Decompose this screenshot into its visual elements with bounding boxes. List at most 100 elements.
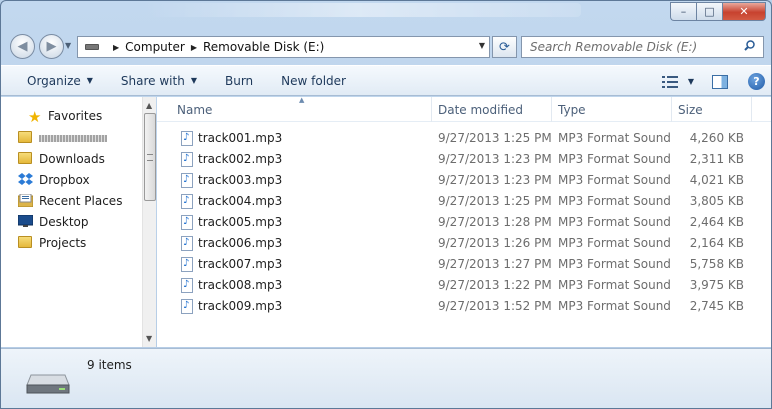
navigation-scrollbar[interactable]: ▲ ▼ xyxy=(142,97,156,347)
file-name[interactable]: track002.mp3 xyxy=(198,152,282,166)
file-name[interactable]: track007.mp3 xyxy=(198,257,282,271)
minimize-button[interactable]: – xyxy=(670,2,696,21)
help-icon[interactable]: ? xyxy=(748,73,765,90)
sidebar-item-label: Recent Places xyxy=(39,194,123,208)
column-header-date[interactable]: Date modified xyxy=(438,103,523,117)
audio-file-icon: ♪ xyxy=(181,194,193,209)
file-name[interactable]: track003.mp3 xyxy=(198,173,282,187)
file-type: MP3 Format Sound xyxy=(558,194,671,208)
drive-icon xyxy=(85,44,99,50)
audio-file-icon: ♪ xyxy=(181,131,193,146)
preview-pane-icon[interactable] xyxy=(712,74,728,89)
sidebar-item-downloads[interactable]: Downloads xyxy=(18,149,105,169)
column-divider[interactable] xyxy=(751,97,752,122)
search-icon[interactable] xyxy=(744,40,755,51)
chevron-down-icon: ▼ xyxy=(86,76,93,85)
table-row[interactable]: ♪ track007.mp3 9/27/2013 1:27 PM MP3 For… xyxy=(157,254,771,275)
breadcrumb-removable-disk[interactable]: Removable Disk (E:) xyxy=(203,40,324,54)
file-size: 4,260 KB xyxy=(689,131,744,145)
new-folder-label: New folder xyxy=(281,73,346,88)
chevron-down-icon: ▼ xyxy=(190,76,197,85)
sidebar-item-desktop[interactable]: Desktop xyxy=(18,212,89,232)
close-button[interactable]: ✕ xyxy=(722,2,766,21)
breadcrumb-computer[interactable]: Computer xyxy=(125,40,185,54)
folder-icon xyxy=(18,236,32,248)
forward-button[interactable]: ▶ xyxy=(39,34,64,59)
file-type: MP3 Format Sound xyxy=(558,278,671,292)
scrollbar-grip-icon xyxy=(147,154,153,161)
scroll-down-icon[interactable]: ▼ xyxy=(146,334,152,343)
burn-button[interactable]: Burn xyxy=(225,74,253,88)
table-row[interactable]: ♪ track008.mp3 9/27/2013 1:22 PM MP3 For… xyxy=(157,275,771,296)
file-date: 9/27/2013 1:23 PM xyxy=(438,173,552,187)
file-date: 9/27/2013 1:26 PM xyxy=(438,236,552,250)
table-row[interactable]: ♪ track006.mp3 9/27/2013 1:26 PM MP3 For… xyxy=(157,233,771,254)
sidebar-item-user-folder[interactable] xyxy=(18,128,107,148)
scrollbar-thumb[interactable] xyxy=(144,113,156,201)
file-name[interactable]: track001.mp3 xyxy=(198,131,282,145)
command-bar: Organize ▼ Share with ▼ Burn New folder … xyxy=(1,65,771,96)
views-dropdown-icon[interactable]: ▼ xyxy=(688,77,694,86)
address-bar[interactable]: ▶ Computer ▶ Removable Disk (E:) ▼ xyxy=(77,36,490,58)
column-header-size[interactable]: Size xyxy=(678,103,703,117)
table-row[interactable]: ♪ track002.mp3 9/27/2013 1:23 PM MP3 For… xyxy=(157,149,771,170)
file-name[interactable]: track005.mp3 xyxy=(198,215,282,229)
file-date: 9/27/2013 1:27 PM xyxy=(438,257,552,271)
file-name[interactable]: track008.mp3 xyxy=(198,278,282,292)
back-button[interactable]: ◀ xyxy=(10,34,35,59)
file-type: MP3 Format Sound xyxy=(558,131,671,145)
file-type: MP3 Format Sound xyxy=(558,173,671,187)
file-name[interactable]: track006.mp3 xyxy=(198,236,282,250)
file-size: 2,464 KB xyxy=(689,215,744,229)
change-view-icon[interactable] xyxy=(661,75,678,88)
table-row[interactable]: ♪ track005.mp3 9/27/2013 1:28 PM MP3 For… xyxy=(157,212,771,233)
address-dropdown-icon[interactable]: ▼ xyxy=(479,41,485,50)
sort-ascending-icon: ▲ xyxy=(299,96,305,104)
table-row[interactable]: ♪ track001.mp3 9/27/2013 1:25 PM MP3 For… xyxy=(157,128,771,149)
table-row[interactable]: ♪ track003.mp3 9/27/2013 1:23 PM MP3 For… xyxy=(157,170,771,191)
sidebar-item-recent-places[interactable]: Recent Places xyxy=(18,191,123,211)
file-name[interactable]: track004.mp3 xyxy=(198,194,282,208)
table-row[interactable]: ♪ track009.mp3 9/27/2013 1:52 PM MP3 For… xyxy=(157,296,771,317)
downloads-folder-icon xyxy=(18,152,32,164)
file-size: 3,975 KB xyxy=(689,278,744,292)
search-input[interactable] xyxy=(530,40,740,54)
maximize-button[interactable]: □ xyxy=(696,2,722,21)
breadcrumb-chevron-icon[interactable]: ▶ xyxy=(113,43,119,52)
column-header-name[interactable]: Name xyxy=(177,103,212,117)
refresh-button[interactable]: ⟳ xyxy=(492,36,517,58)
organize-label: Organize xyxy=(27,73,81,88)
column-header-row: ▲ Name Date modified Type Size xyxy=(157,96,771,122)
audio-file-icon: ♪ xyxy=(181,173,193,188)
search-box[interactable] xyxy=(521,36,764,58)
file-date: 9/27/2013 1:25 PM xyxy=(438,131,552,145)
file-size: 2,311 KB xyxy=(689,152,744,166)
new-folder-button[interactable]: New folder xyxy=(281,74,346,88)
organize-button[interactable]: Organize ▼ xyxy=(27,74,93,88)
scroll-up-icon[interactable]: ▲ xyxy=(146,101,152,110)
table-row[interactable]: ♪ track004.mp3 9/27/2013 1:25 PM MP3 For… xyxy=(157,191,771,212)
favorites-header[interactable]: Favorites xyxy=(48,109,102,123)
file-date: 9/27/2013 1:28 PM xyxy=(438,215,552,229)
column-header-type[interactable]: Type xyxy=(558,103,586,117)
column-divider[interactable] xyxy=(431,97,432,122)
back-arrow-icon: ◀ xyxy=(17,39,28,54)
recent-pages-dropdown[interactable]: ▼ xyxy=(65,41,71,50)
audio-file-icon: ♪ xyxy=(181,278,193,293)
share-with-button[interactable]: Share with ▼ xyxy=(121,74,197,88)
sidebar-item-projects[interactable]: Projects xyxy=(18,233,86,253)
redacted-name xyxy=(39,135,107,142)
sidebar-item-label: Desktop xyxy=(39,215,89,229)
dropbox-icon xyxy=(18,173,33,185)
burn-label: Burn xyxy=(224,73,254,88)
forward-arrow-icon: ▶ xyxy=(46,39,57,54)
window-controls: – □ ✕ xyxy=(670,2,766,22)
file-date: 9/27/2013 1:22 PM xyxy=(438,278,552,292)
column-divider[interactable] xyxy=(551,97,552,122)
file-size: 5,758 KB xyxy=(689,257,744,271)
breadcrumb-chevron-icon[interactable]: ▶ xyxy=(191,43,197,52)
file-name[interactable]: track009.mp3 xyxy=(198,299,282,313)
column-divider[interactable] xyxy=(671,97,672,122)
sidebar-item-label: Dropbox xyxy=(39,173,90,187)
sidebar-item-dropbox[interactable]: Dropbox xyxy=(18,170,90,190)
